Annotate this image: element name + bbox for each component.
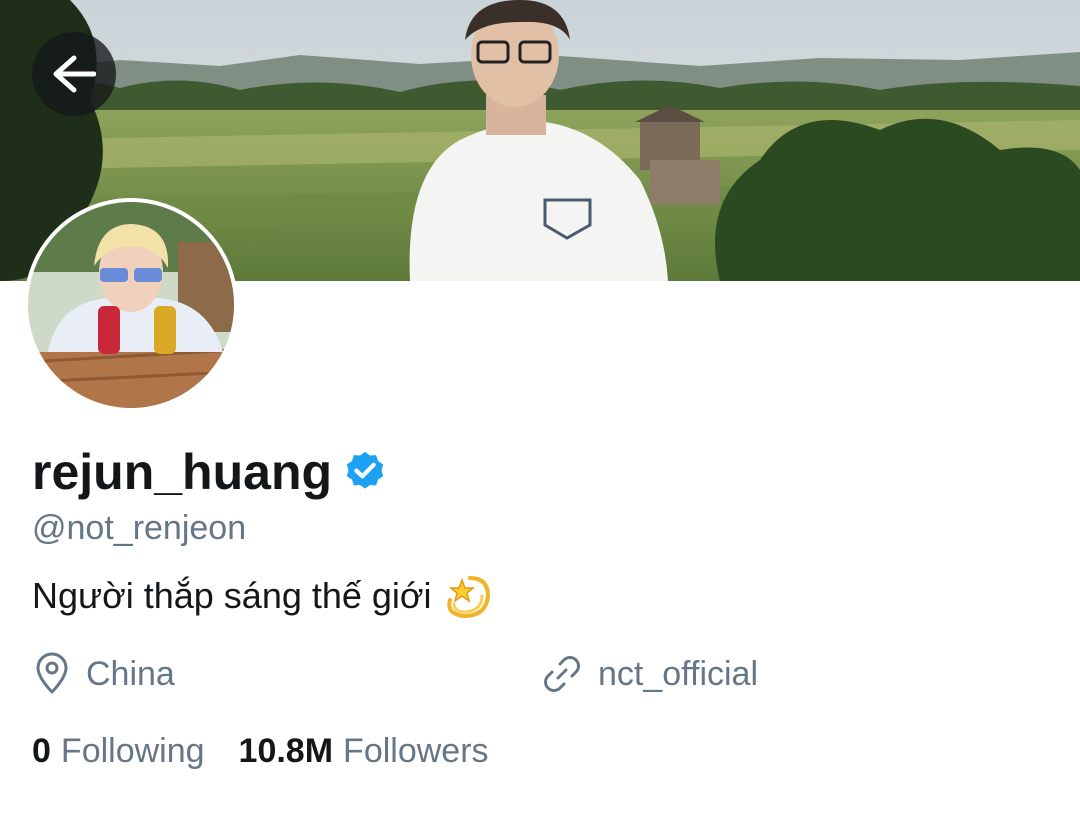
- link-icon: [544, 656, 580, 692]
- location-text: China: [86, 654, 175, 693]
- bio: Người thắp sáng thế giới: [32, 570, 494, 622]
- name-row: rejun_huang: [32, 440, 388, 504]
- followers-count: 10.8M: [238, 731, 334, 770]
- followers-label: Followers: [343, 731, 489, 770]
- following-stat[interactable]: 0 Following: [32, 732, 205, 771]
- avatar-image: [28, 202, 234, 408]
- website-text: nct_official: [598, 654, 759, 693]
- bio-text: Người thắp sáng thế giới: [32, 575, 432, 616]
- display-name: rejun_huang: [32, 444, 333, 500]
- profile-meta: China nct_official: [32, 648, 1032, 700]
- followers-stat[interactable]: 10.8M Followers: [239, 732, 489, 771]
- following-label: Following: [60, 731, 205, 770]
- following-count: 0: [32, 731, 51, 770]
- website-link[interactable]: nct_official: [540, 648, 758, 700]
- location: China: [32, 648, 175, 700]
- user-handle: @not_renjeon: [32, 509, 247, 547]
- location-pin-icon: [36, 652, 68, 694]
- back-button[interactable]: [32, 32, 116, 116]
- arrow-left-icon: [53, 55, 96, 93]
- dizzy-star-emoji-icon: [446, 576, 490, 619]
- follow-stats: 0 Following 10.8M Followers: [32, 726, 523, 776]
- verified-badge-icon: [346, 451, 384, 489]
- avatar[interactable]: [24, 198, 238, 412]
